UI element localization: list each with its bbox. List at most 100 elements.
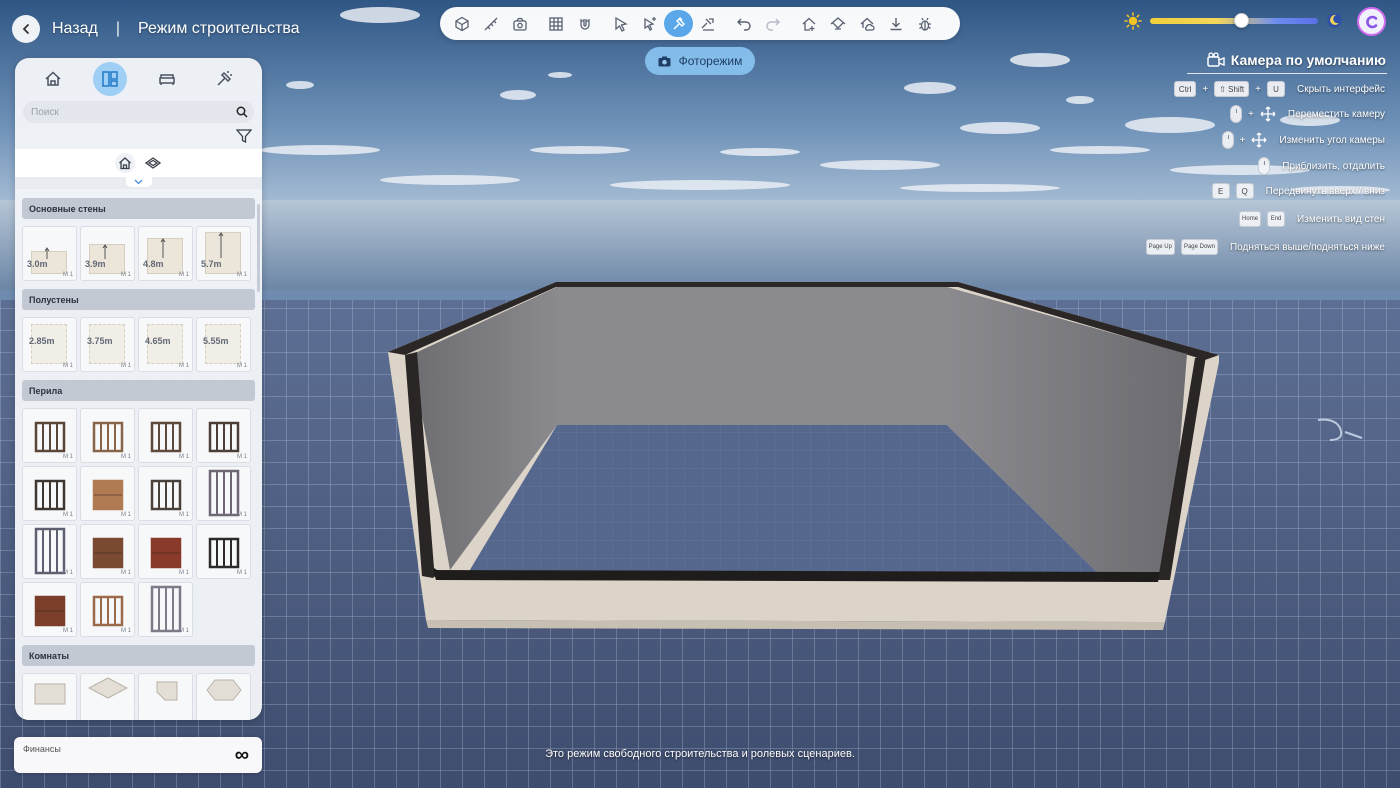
- railing-item[interactable]: M 1: [80, 408, 135, 463]
- railing-item[interactable]: M 1: [22, 582, 77, 637]
- build-tool-icon[interactable]: [693, 10, 722, 37]
- user-avatar[interactable]: [1357, 7, 1386, 36]
- photo-mode-button[interactable]: Фоторежим: [645, 47, 755, 75]
- room-item[interactable]: [22, 673, 77, 720]
- chevron-left-icon: [22, 24, 29, 34]
- tab-furniture[interactable]: [150, 62, 184, 96]
- room-item[interactable]: [138, 673, 193, 720]
- subtab-floor[interactable]: [143, 153, 163, 173]
- railing-item[interactable]: M 1: [138, 524, 193, 579]
- hint-zoom: Приблизить, отдалить: [1258, 157, 1385, 175]
- tab-walls[interactable]: [93, 62, 128, 96]
- main-toolbar: [440, 7, 960, 40]
- camera-move-icon[interactable]: [505, 10, 534, 37]
- mouse-wheel-icon: [1258, 157, 1271, 175]
- bug-icon[interactable]: [910, 10, 939, 37]
- wall-item[interactable]: 5.7m M 1: [196, 226, 251, 281]
- chevron-down-icon: [134, 179, 143, 185]
- search-field: [23, 101, 254, 123]
- magnet-icon[interactable]: [570, 10, 599, 37]
- collapse-button[interactable]: [125, 177, 152, 187]
- item-badge: M 1: [178, 454, 189, 460]
- railing-item[interactable]: M 1: [22, 524, 77, 579]
- railing-item[interactable]: M 1: [196, 408, 251, 463]
- back-link[interactable]: Назад: [52, 20, 98, 38]
- move-arrows-icon: [1251, 132, 1267, 148]
- railing-item[interactable]: M 1: [80, 466, 135, 521]
- sofa-tab-icon: [159, 74, 175, 85]
- section-header: Перила: [22, 380, 255, 401]
- room-item[interactable]: [196, 673, 251, 720]
- filter-icon[interactable]: [236, 129, 252, 143]
- half-wall-item[interactable]: 5.55m M 1: [196, 317, 251, 372]
- hint-text: Передвинуть вверх / вниз: [1265, 185, 1385, 197]
- search-input[interactable]: [31, 106, 236, 118]
- wall-item[interactable]: 3.0m M 1: [22, 226, 77, 281]
- top-navigation: Назад | Режим строительства: [12, 14, 300, 44]
- railing-item[interactable]: M 1: [138, 466, 193, 521]
- item-badge: M 1: [178, 272, 189, 278]
- item-badge: M 1: [236, 512, 247, 518]
- railing-item[interactable]: M 1: [196, 466, 251, 521]
- grid-icon[interactable]: [541, 10, 570, 37]
- cursor-plus-icon[interactable]: [635, 10, 664, 37]
- time-of-day-slider-thumb[interactable]: [1233, 13, 1249, 28]
- item-badge: M 1: [178, 628, 189, 634]
- item-badge: M 1: [120, 363, 131, 369]
- cursor-icon[interactable]: [606, 10, 635, 37]
- house-add-icon[interactable]: [794, 10, 823, 37]
- railing-item[interactable]: M 1: [22, 466, 77, 521]
- hint-text: Подняться выше/подняться ниже: [1229, 241, 1385, 253]
- house-tab-icon: [45, 71, 61, 86]
- railing-item[interactable]: M 1: [138, 408, 193, 463]
- hint-text: Изменить вид стен: [1297, 213, 1385, 225]
- key-e: E: [1211, 183, 1230, 199]
- item-badge: M 1: [62, 454, 73, 460]
- item-badge: M 1: [120, 512, 131, 518]
- walls-tab-icon: [102, 71, 118, 87]
- camera-mode-title: Камера по умолчанию: [1207, 52, 1386, 68]
- item-badge: M 1: [62, 512, 73, 518]
- railing-item[interactable]: M 1: [22, 408, 77, 463]
- item-badge: M 1: [120, 454, 131, 460]
- measure-icon[interactable]: [476, 10, 505, 37]
- cube-icon[interactable]: [447, 10, 476, 37]
- item-size: 4.8m: [143, 259, 164, 269]
- sun-icon: [1124, 12, 1142, 30]
- half-wall-item[interactable]: 3.75m M 1: [80, 317, 135, 372]
- wall-item[interactable]: 3.9m M 1: [80, 226, 135, 281]
- item-badge: M 1: [120, 628, 131, 634]
- download-icon[interactable]: [881, 10, 910, 37]
- moon-icon: [1327, 13, 1342, 28]
- section-grid: 2.85m M 1 3.75m M 1 4.65m M 1 5.55m M 1: [15, 310, 262, 380]
- key-home: Home: [1239, 211, 1262, 227]
- wall-item[interactable]: 4.8m M 1: [138, 226, 193, 281]
- tab-decor[interactable]: [207, 62, 241, 96]
- redo-icon[interactable]: [758, 10, 787, 37]
- roof-icon[interactable]: [823, 10, 852, 37]
- search-icon[interactable]: [236, 106, 248, 118]
- house-cloud-icon[interactable]: [852, 10, 881, 37]
- subtab-house[interactable]: [114, 153, 135, 173]
- item-badge: M 1: [178, 570, 189, 576]
- arrow-up-icon: [218, 232, 224, 258]
- back-button[interactable]: [12, 15, 40, 43]
- railing-item[interactable]: M 1: [138, 582, 193, 637]
- hint-text: Скрыть интерфейс: [1297, 83, 1385, 95]
- arrow-up-icon: [102, 244, 108, 259]
- key-ctrl: Ctrl: [1173, 81, 1197, 97]
- railing-item[interactable]: M 1: [80, 524, 135, 579]
- catalog-list: Основные стены 3.0m M 1 3.9m M 1 4.8m M …: [15, 198, 262, 720]
- railing-item[interactable]: M 1: [196, 524, 251, 579]
- item-badge: M 1: [236, 570, 247, 576]
- undo-icon[interactable]: [729, 10, 758, 37]
- hammer-icon[interactable]: [664, 10, 693, 37]
- item-badge: M 1: [120, 570, 131, 576]
- tab-house[interactable]: [36, 62, 70, 96]
- half-wall-item[interactable]: 4.65m M 1: [138, 317, 193, 372]
- half-wall-item[interactable]: 2.85m M 1: [22, 317, 77, 372]
- camera-divider: [1187, 73, 1387, 74]
- room-item[interactable]: [80, 673, 135, 720]
- item-size: 4.65m: [145, 336, 171, 346]
- railing-item[interactable]: M 1: [80, 582, 135, 637]
